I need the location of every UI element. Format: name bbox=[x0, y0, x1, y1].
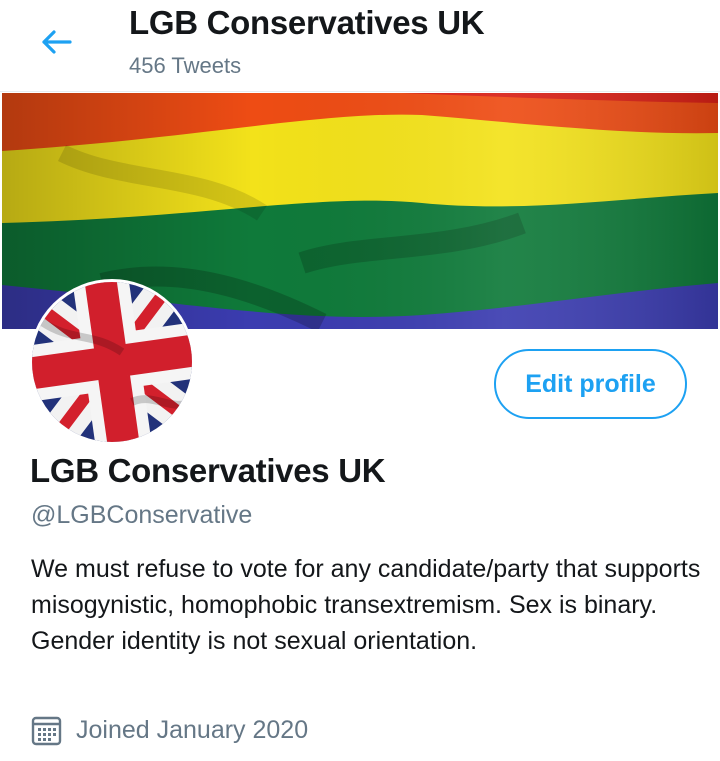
profile-header: LGB Conservatives UK 456 Tweets bbox=[0, 0, 720, 92]
header-divider bbox=[0, 91, 720, 92]
calendar-icon bbox=[31, 716, 62, 746]
profile-bio: We must refuse to vote for any candidate… bbox=[31, 555, 701, 655]
joined-text: Joined January 2020 bbox=[76, 716, 309, 744]
edit-profile-button[interactable]: Edit profile bbox=[494, 349, 687, 419]
back-button[interactable] bbox=[36, 26, 78, 58]
header-title: LGB Conservatives UK bbox=[129, 4, 485, 41]
arrow-left-icon bbox=[42, 30, 72, 54]
avatar[interactable] bbox=[29, 279, 195, 445]
profile-name: LGB Conservatives UK bbox=[30, 452, 386, 489]
profile-handle: @LGBConservative bbox=[31, 501, 253, 529]
tweet-count: 456 Tweets bbox=[129, 53, 242, 78]
joined-date: Joined January 2020 bbox=[31, 715, 308, 746]
union-jack-avatar-image bbox=[32, 282, 192, 442]
